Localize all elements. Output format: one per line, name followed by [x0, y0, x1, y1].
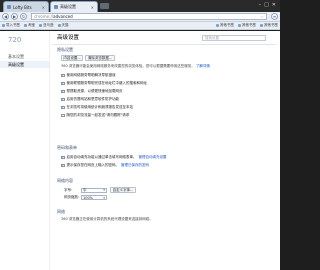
- menu-icon[interactable]: ≡: [271, 13, 278, 20]
- close-window-icon[interactable]: ✕: [272, 2, 276, 8]
- forward-arrow-icon[interactable]: ▶: [11, 13, 18, 20]
- privacy-option[interactable]: ✓ 在浏览时将使用统计和崩溃报告发送至本站: [61, 105, 133, 110]
- network-description: 360 浏览器正在使用计算机的系统代理设置来连接到网络。: [61, 217, 153, 221]
- folder-icon: [238, 24, 241, 27]
- section-title-passwords: 密码和表单: [57, 145, 77, 150]
- content-settings-button[interactable]: 内容设置...: [61, 55, 83, 61]
- browser-toolbar: ◀ ▶ ↻ chrome:// advanced ☆ ≡: [0, 12, 280, 22]
- page-title: 高级设置: [57, 35, 80, 41]
- checkbox[interactable]: ✓: [61, 164, 65, 168]
- bookmark-item[interactable]: 天猫: [57, 23, 69, 28]
- folder-icon: [260, 24, 263, 27]
- learn-more-link[interactable]: 了解详情: [196, 64, 210, 68]
- favicon-icon: [7, 5, 11, 9]
- password-option[interactable]: ✓ 启用自动填充功能以通过单击填写网络表单。 管理自动填充设置: [61, 155, 167, 160]
- close-icon[interactable]: ✕: [42, 5, 45, 10]
- search-input[interactable]: 搜索设置: [202, 35, 266, 41]
- clear-browsing-data-button[interactable]: 清除浏览数据...: [85, 55, 115, 61]
- bookmark-icon: [2, 24, 5, 27]
- tab-label: 高级设置: [60, 4, 76, 9]
- section-title-web-content: 网络内容: [57, 178, 73, 183]
- sidebar-item-basic[interactable]: 基本设置: [0, 53, 49, 60]
- logo: 720: [8, 36, 22, 44]
- privacy-description: 360 浏览器可能会使用网络服务来改善您的浏览体验。您可以根据需要停用这些服务。…: [61, 64, 210, 68]
- privacy-option[interactable]: ✓ 启用仿冒网站和恶意软件防护功能: [61, 97, 119, 102]
- bookmark-star-icon[interactable]: ☆: [260, 14, 264, 19]
- privacy-option[interactable]: ✓ 使用联想服务帮助完成在地址栏中键入的搜索和网址: [61, 81, 147, 86]
- section-title-privacy: 隐私设置: [57, 47, 73, 52]
- font-size-row: 字号： 中 ▾ 自定义字体...: [64, 187, 136, 193]
- page-zoom-label: 网页缩放：: [64, 195, 82, 199]
- chevron-down-icon: ▾: [103, 188, 105, 192]
- new-tab-button[interactable]: [100, 3, 109, 9]
- chevron-down-icon: ▾: [103, 195, 105, 200]
- main-content: 高级设置 搜索设置 隐私设置 内容设置... 清除浏览数据... 360 浏览器…: [52, 31, 276, 270]
- address-scheme: chrome://: [34, 14, 54, 19]
- customize-fonts-button[interactable]: 自定义字体...: [110, 187, 136, 193]
- page-zoom-select[interactable]: 100% ▾: [81, 195, 107, 200]
- divider: [52, 44, 276, 45]
- minimize-icon[interactable]: –: [259, 2, 262, 8]
- address-bar[interactable]: chrome:// advanced ☆: [31, 13, 267, 20]
- bookmark-icon: [24, 24, 27, 27]
- folder-icon: [216, 24, 219, 27]
- checkbox[interactable]: ✓: [61, 98, 65, 102]
- address-path: advanced: [53, 14, 73, 19]
- font-size-select[interactable]: 中 ▾: [81, 187, 107, 193]
- tab-bar: Lofty Bits ✕ 高级设置 ✕ – □ ✕: [0, 0, 280, 12]
- privacy-option[interactable]: ✓ 预提取资源，以便更快速地加载网页: [61, 89, 123, 94]
- sidebar-item-advanced[interactable]: 高级设置: [0, 61, 49, 68]
- window-controls: – □ ✕: [259, 2, 276, 8]
- bookmark-item[interactable]: 其他书签: [216, 23, 234, 28]
- gear-icon: [54, 5, 58, 9]
- tab-advanced-settings[interactable]: 高级设置 ✕: [50, 1, 98, 12]
- privacy-option[interactable]: 随您的浏览流量一起发送"请勿跟踪"请求: [61, 113, 129, 118]
- search-placeholder: 搜索设置: [205, 35, 219, 40]
- font-size-label: 字号：: [64, 187, 75, 192]
- bookmark-item[interactable]: 淘宝: [24, 23, 35, 28]
- close-icon[interactable]: ✕: [91, 5, 94, 10]
- reload-icon[interactable]: ↻: [20, 13, 27, 20]
- autofill-settings-link[interactable]: 管理自动填充设置: [139, 155, 167, 160]
- tab-label: Lofty Bits: [13, 4, 32, 10]
- settings-page: 720 基本设置 高级设置 高级设置 搜索设置 隐私设置 内容设置... 清除浏…: [0, 31, 280, 270]
- sidebar: 720 基本设置 高级设置: [0, 31, 50, 270]
- checkbox[interactable]: ✓: [61, 74, 65, 78]
- checkbox[interactable]: ✓: [61, 82, 65, 86]
- back-arrow-icon[interactable]: ◀: [2, 13, 9, 20]
- bookmark-item[interactable]: 其他书签: [238, 23, 256, 28]
- password-option[interactable]: ✓ 提示保存您在网页上输入的密码。 管理已保存的密码: [61, 163, 149, 168]
- page-zoom-row: 网页缩放： 100% ▾: [64, 195, 107, 200]
- tab-lofty-bits[interactable]: Lofty Bits ✕: [3, 1, 49, 12]
- bookmark-item[interactable]: 亚马逊: [39, 23, 54, 28]
- bookmark-item[interactable]: 其他书签: [260, 23, 278, 28]
- bookmark-icon: [39, 24, 42, 27]
- checkbox[interactable]: ✓: [61, 156, 65, 160]
- saved-passwords-link[interactable]: 管理已保存的密码: [121, 163, 149, 168]
- checkbox[interactable]: ✓: [61, 106, 65, 110]
- maximize-icon[interactable]: □: [264, 2, 269, 8]
- bookmark-item[interactable]: 导入书签: [2, 23, 20, 28]
- bookmarks-bar: 导入书签 淘宝 亚马逊 天猫 其他书签 其他书签 其他书签: [0, 22, 280, 30]
- bookmark-icon: [57, 24, 61, 27]
- checkbox[interactable]: ✓: [61, 90, 65, 94]
- checkbox[interactable]: [61, 113, 65, 118]
- privacy-option[interactable]: ✓ 使用网络服务帮助解决导航错误: [61, 73, 116, 78]
- section-title-network: 网络: [57, 209, 65, 214]
